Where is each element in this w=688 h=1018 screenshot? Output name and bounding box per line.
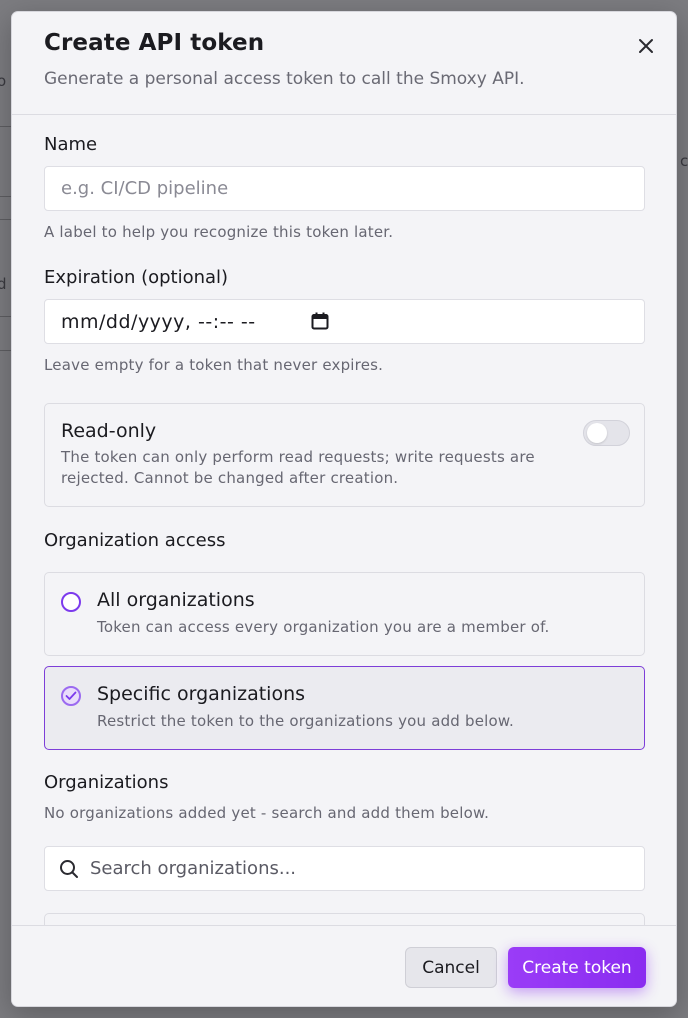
background-text-fragment: d [0,275,7,293]
name-hint: A label to help you recognize this token… [44,223,394,241]
toggle-knob [587,423,607,443]
background-text-fragment: c [680,152,688,170]
close-icon [639,39,653,53]
read-only-description: The token can only perform read requests… [61,448,535,487]
read-only-card: Read-only The token can only perform rea… [44,403,645,507]
option-description: Restrict the token to the organizations … [97,712,514,730]
dialog-subtitle: Generate a personal access token to call… [44,69,525,89]
dialog-footer: Cancel Create token [12,925,676,1006]
organizations-label: Organizations [44,772,169,793]
name-input[interactable]: e.g. CI/CD pipeline [44,166,645,211]
expiration-label: Expiration (optional) [44,267,229,288]
radio-all-organizations[interactable] [61,592,81,612]
organization-results-card [44,913,645,925]
dialog-header: Create API token Generate a personal acc… [12,12,676,115]
option-title: Specific organizations [97,683,306,705]
dialog-title: Create API token [44,30,265,56]
option-all-organizations[interactable]: All organizations Token can access every… [44,572,645,656]
radio-specific-organizations[interactable] [61,686,81,706]
search-placeholder: Search organizations... [90,858,297,879]
check-icon [65,691,77,700]
expiration-input-value: mm/dd/yyyy, --:-- -- [61,310,256,333]
dialog-body[interactable]: Name e.g. CI/CD pipeline A label to help… [12,115,676,925]
expiration-input[interactable]: mm/dd/yyyy, --:-- -- [44,299,645,344]
organization-search-input[interactable]: Search organizations... [44,846,645,891]
name-label: Name [44,134,98,155]
option-specific-organizations[interactable]: Specific organizations Restrict the toke… [44,666,645,750]
create-token-dialog: Create API token Generate a personal acc… [11,11,677,1007]
organization-access-label: Organization access [44,530,226,551]
option-title: All organizations [97,589,255,611]
name-input-placeholder: e.g. CI/CD pipeline [61,178,229,199]
organizations-empty-text: No organizations added yet - search and … [44,804,490,822]
background-text-fragment: o [0,72,7,90]
create-token-button[interactable]: Create token [508,947,646,988]
read-only-title: Read-only [61,420,157,442]
read-only-toggle[interactable] [583,420,630,446]
option-description: Token can access every organization you … [97,618,550,636]
calendar-icon[interactable] [311,312,329,330]
close-button[interactable] [632,32,660,60]
search-icon [59,858,81,880]
expiration-hint: Leave empty for a token that never expir… [44,356,384,374]
cancel-button[interactable]: Cancel [405,947,497,988]
